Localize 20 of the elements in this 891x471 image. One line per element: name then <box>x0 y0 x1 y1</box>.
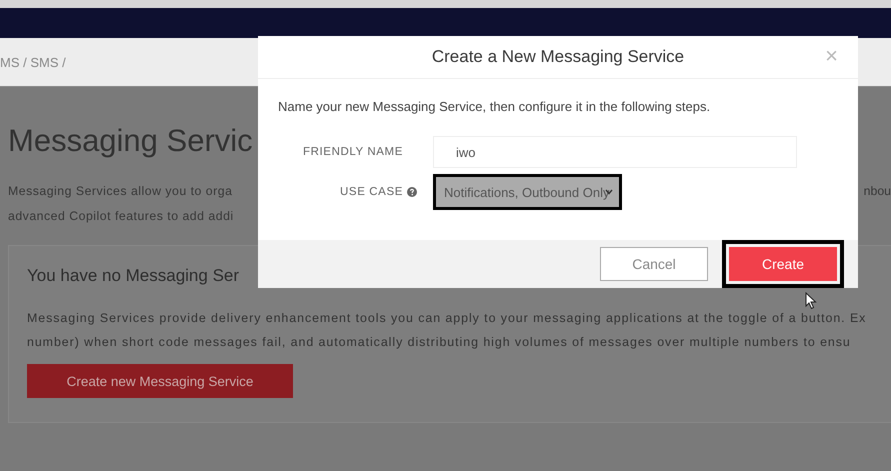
card-text: number) when short code messages fail, and automatically distributing high volumes of messages over multiple numbers to ensu <box>27 334 851 351</box>
card-title: You have no Messaging Ser <box>27 266 240 286</box>
field-label: FRIENDLY NAME <box>302 146 403 158</box>
mouse-cursor-icon <box>805 292 817 310</box>
intro-text: Messaging Services allow you to orga <box>8 183 232 200</box>
help-icon[interactable] <box>407 187 417 197</box>
cancel-button[interactable]: Cancel <box>600 247 708 281</box>
use-case-dropdown[interactable]: Notifications, Outbound Only <box>433 174 622 210</box>
create-service-button[interactable]: Create new Messaging Service <box>27 364 293 398</box>
name-input-field[interactable]: iwo <box>433 136 797 168</box>
field-label: USE CASE <box>339 186 403 198</box>
close-button[interactable]: × <box>825 46 838 66</box>
page-heading: Messaging Servic <box>8 123 253 159</box>
breadcrumb: MS / SMS / <box>0 54 66 70</box>
modal-description: Name your new Messaging Service, then configure it in the following steps. <box>278 99 712 114</box>
intro-text: advanced Copilot features to add addi <box>8 208 234 225</box>
modal-title: Create a New Messaging Service <box>432 47 684 67</box>
card-text: Messaging Services provide delivery enhancement tools you can apply to your messaging applications at the toggle of a button. Ex <box>27 310 866 327</box>
create-button[interactable]: Create <box>722 240 844 288</box>
intro-text: nbou <box>864 183 891 200</box>
